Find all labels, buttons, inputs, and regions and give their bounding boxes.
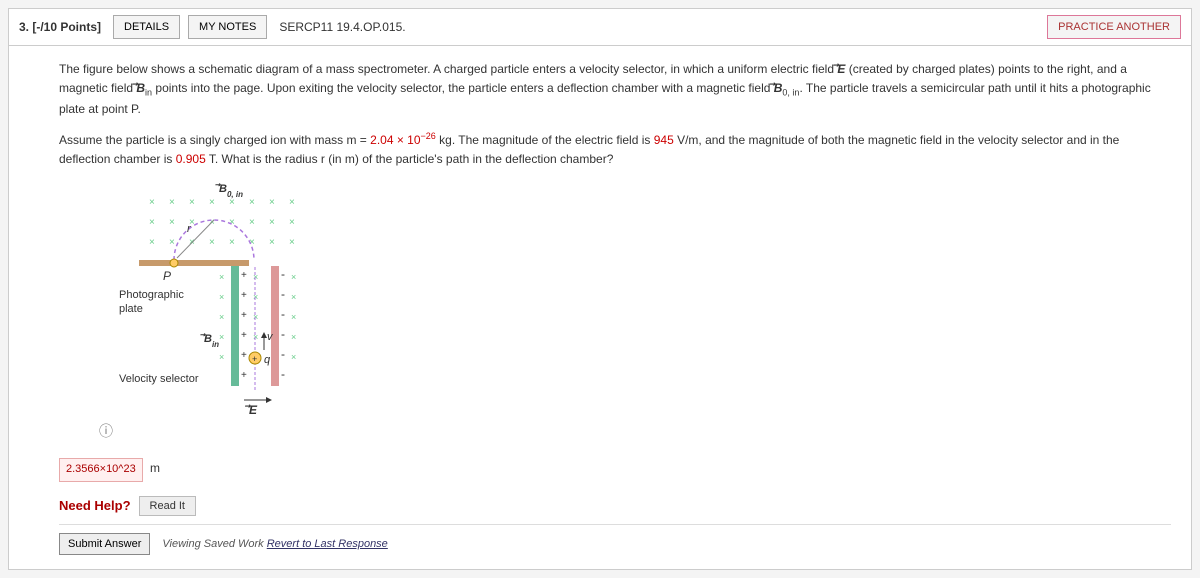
prompt-text: kg. The magnitude of the electric field … bbox=[436, 133, 654, 147]
svg-text:×: × bbox=[291, 272, 296, 282]
svg-text:-: - bbox=[281, 367, 285, 381]
particle-plus: + bbox=[252, 354, 257, 364]
svg-text:-: - bbox=[281, 347, 285, 361]
question-container: 3. [-/10 Points] DETAILS MY NOTES SERCP1… bbox=[8, 8, 1192, 570]
prompt-text: The figure below shows a schematic diagr… bbox=[59, 62, 837, 76]
svg-text:×: × bbox=[209, 197, 215, 208]
vector-B0-sub: 0, in bbox=[782, 88, 799, 98]
prompt-paragraph-1: The figure below shows a schematic diagr… bbox=[59, 60, 1171, 119]
mass-base: 2.04 × 10 bbox=[370, 133, 420, 147]
point-P bbox=[170, 259, 178, 267]
answer-unit: m bbox=[150, 461, 160, 475]
E-arrow-head bbox=[266, 397, 272, 403]
mass-spectrometer-svg: ×××××××× ×××××××× ×××××××× r P bbox=[59, 180, 479, 420]
label-Bin-diagram: ⃗Bin bbox=[200, 333, 219, 349]
vector-Bin: ⃗B bbox=[136, 81, 145, 95]
svg-text:×: × bbox=[291, 332, 296, 342]
svg-text:×: × bbox=[219, 312, 224, 322]
diagram: ×××××××× ×××××××× ×××××××× r P bbox=[59, 180, 1171, 442]
svg-text:×: × bbox=[219, 332, 224, 342]
need-help-row: Need Help? Read It bbox=[59, 496, 1171, 517]
svg-text:×: × bbox=[169, 237, 175, 248]
need-help-label: Need Help? bbox=[59, 496, 131, 517]
svg-text:×: × bbox=[149, 237, 155, 248]
question-number: 3. [-/10 Points] bbox=[19, 20, 101, 34]
svg-text:×: × bbox=[291, 292, 296, 302]
svg-text:-: - bbox=[281, 287, 285, 301]
prompt-text: points into the page. Upon exiting the v… bbox=[152, 81, 774, 95]
svg-text:×: × bbox=[269, 237, 275, 248]
label-E-diagram: ⃗E bbox=[244, 403, 258, 417]
svg-text:×: × bbox=[229, 197, 235, 208]
svg-text:-: - bbox=[281, 307, 285, 321]
answer-row: 2.3566×10^23 m bbox=[59, 458, 1171, 482]
svg-text:×: × bbox=[189, 197, 195, 208]
right-plate bbox=[271, 266, 279, 386]
my-notes-button[interactable]: MY NOTES bbox=[188, 15, 267, 39]
svg-text:×: × bbox=[269, 217, 275, 228]
saved-work-text: Viewing Saved Work Revert to Last Respon… bbox=[162, 536, 387, 554]
info-icon[interactable]: ⓘ bbox=[99, 423, 113, 439]
svg-text:×: × bbox=[169, 197, 175, 208]
saved-prefix: Viewing Saved Work bbox=[162, 538, 266, 550]
svg-text:×: × bbox=[209, 237, 215, 248]
problem-id: SERCP11 19.4.OP.015. bbox=[279, 20, 405, 34]
svg-text:×: × bbox=[219, 292, 224, 302]
svg-text:+: + bbox=[241, 350, 247, 361]
label-velocity-selector: Velocity selector bbox=[119, 373, 199, 385]
answer-input[interactable]: 2.3566×10^23 bbox=[59, 458, 143, 482]
svg-text:×: × bbox=[253, 272, 258, 282]
svg-text:×: × bbox=[229, 237, 235, 248]
svg-text:×: × bbox=[253, 312, 258, 322]
left-plate bbox=[231, 266, 239, 386]
mass-value: 2.04 × 10−26 bbox=[370, 133, 436, 147]
svg-text:×: × bbox=[291, 352, 296, 362]
read-it-button[interactable]: Read It bbox=[139, 496, 196, 516]
plate-rect bbox=[139, 260, 249, 266]
revert-link[interactable]: Revert to Last Response bbox=[267, 538, 388, 550]
practice-another-button[interactable]: PRACTICE ANOTHER bbox=[1047, 15, 1181, 39]
svg-text:+: + bbox=[241, 290, 247, 301]
minus-column: - - - - - - bbox=[281, 267, 285, 381]
prompt-paragraph-2: Assume the particle is a singly charged … bbox=[59, 129, 1171, 169]
svg-text:×: × bbox=[149, 197, 155, 208]
svg-text:-: - bbox=[281, 327, 285, 341]
mass-exp: −26 bbox=[421, 131, 436, 141]
svg-text:+: + bbox=[241, 370, 247, 381]
label-P: P bbox=[163, 269, 171, 283]
svg-text:×: × bbox=[289, 217, 295, 228]
footer-row: Submit Answer Viewing Saved Work Revert … bbox=[59, 524, 1171, 555]
svg-text:+: + bbox=[241, 330, 247, 341]
svg-text:×: × bbox=[289, 197, 295, 208]
svg-text:×: × bbox=[219, 352, 224, 362]
svg-text:×: × bbox=[249, 217, 255, 228]
plus-column: + + + + + + bbox=[241, 270, 247, 381]
question-body: The figure below shows a schematic diagr… bbox=[9, 46, 1191, 569]
details-button[interactable]: DETAILS bbox=[113, 15, 180, 39]
svg-text:×: × bbox=[249, 197, 255, 208]
svg-text:×: × bbox=[149, 217, 155, 228]
svg-text:×: × bbox=[291, 312, 296, 322]
label-q: q bbox=[264, 354, 271, 366]
field-crosses-upper: ×××××××× ×××××××× ×××××××× bbox=[149, 197, 295, 248]
svg-text:×: × bbox=[253, 292, 258, 302]
prompt-text: T. What is the radius r (in m) of the pa… bbox=[206, 152, 614, 166]
svg-text:×: × bbox=[289, 237, 295, 248]
vector-Bin-letter: B bbox=[136, 81, 145, 95]
submit-answer-button[interactable]: Submit Answer bbox=[59, 533, 150, 555]
efield-value: 945 bbox=[654, 133, 674, 147]
svg-text:-: - bbox=[281, 267, 285, 281]
label-photographic: Photographicplate bbox=[119, 289, 184, 315]
svg-text:×: × bbox=[269, 197, 275, 208]
svg-text:+: + bbox=[241, 270, 247, 281]
svg-text:×: × bbox=[253, 332, 258, 342]
bfield-value: 0.905 bbox=[176, 152, 206, 166]
vector-Bin-sub: in bbox=[145, 88, 152, 98]
svg-text:×: × bbox=[219, 272, 224, 282]
svg-text:+: + bbox=[241, 310, 247, 321]
question-header: 3. [-/10 Points] DETAILS MY NOTES SERCP1… bbox=[9, 9, 1191, 46]
prompt-text: Assume the particle is a singly charged … bbox=[59, 133, 370, 147]
label-B0: ⃗B0, in bbox=[215, 183, 243, 199]
svg-text:×: × bbox=[169, 217, 175, 228]
